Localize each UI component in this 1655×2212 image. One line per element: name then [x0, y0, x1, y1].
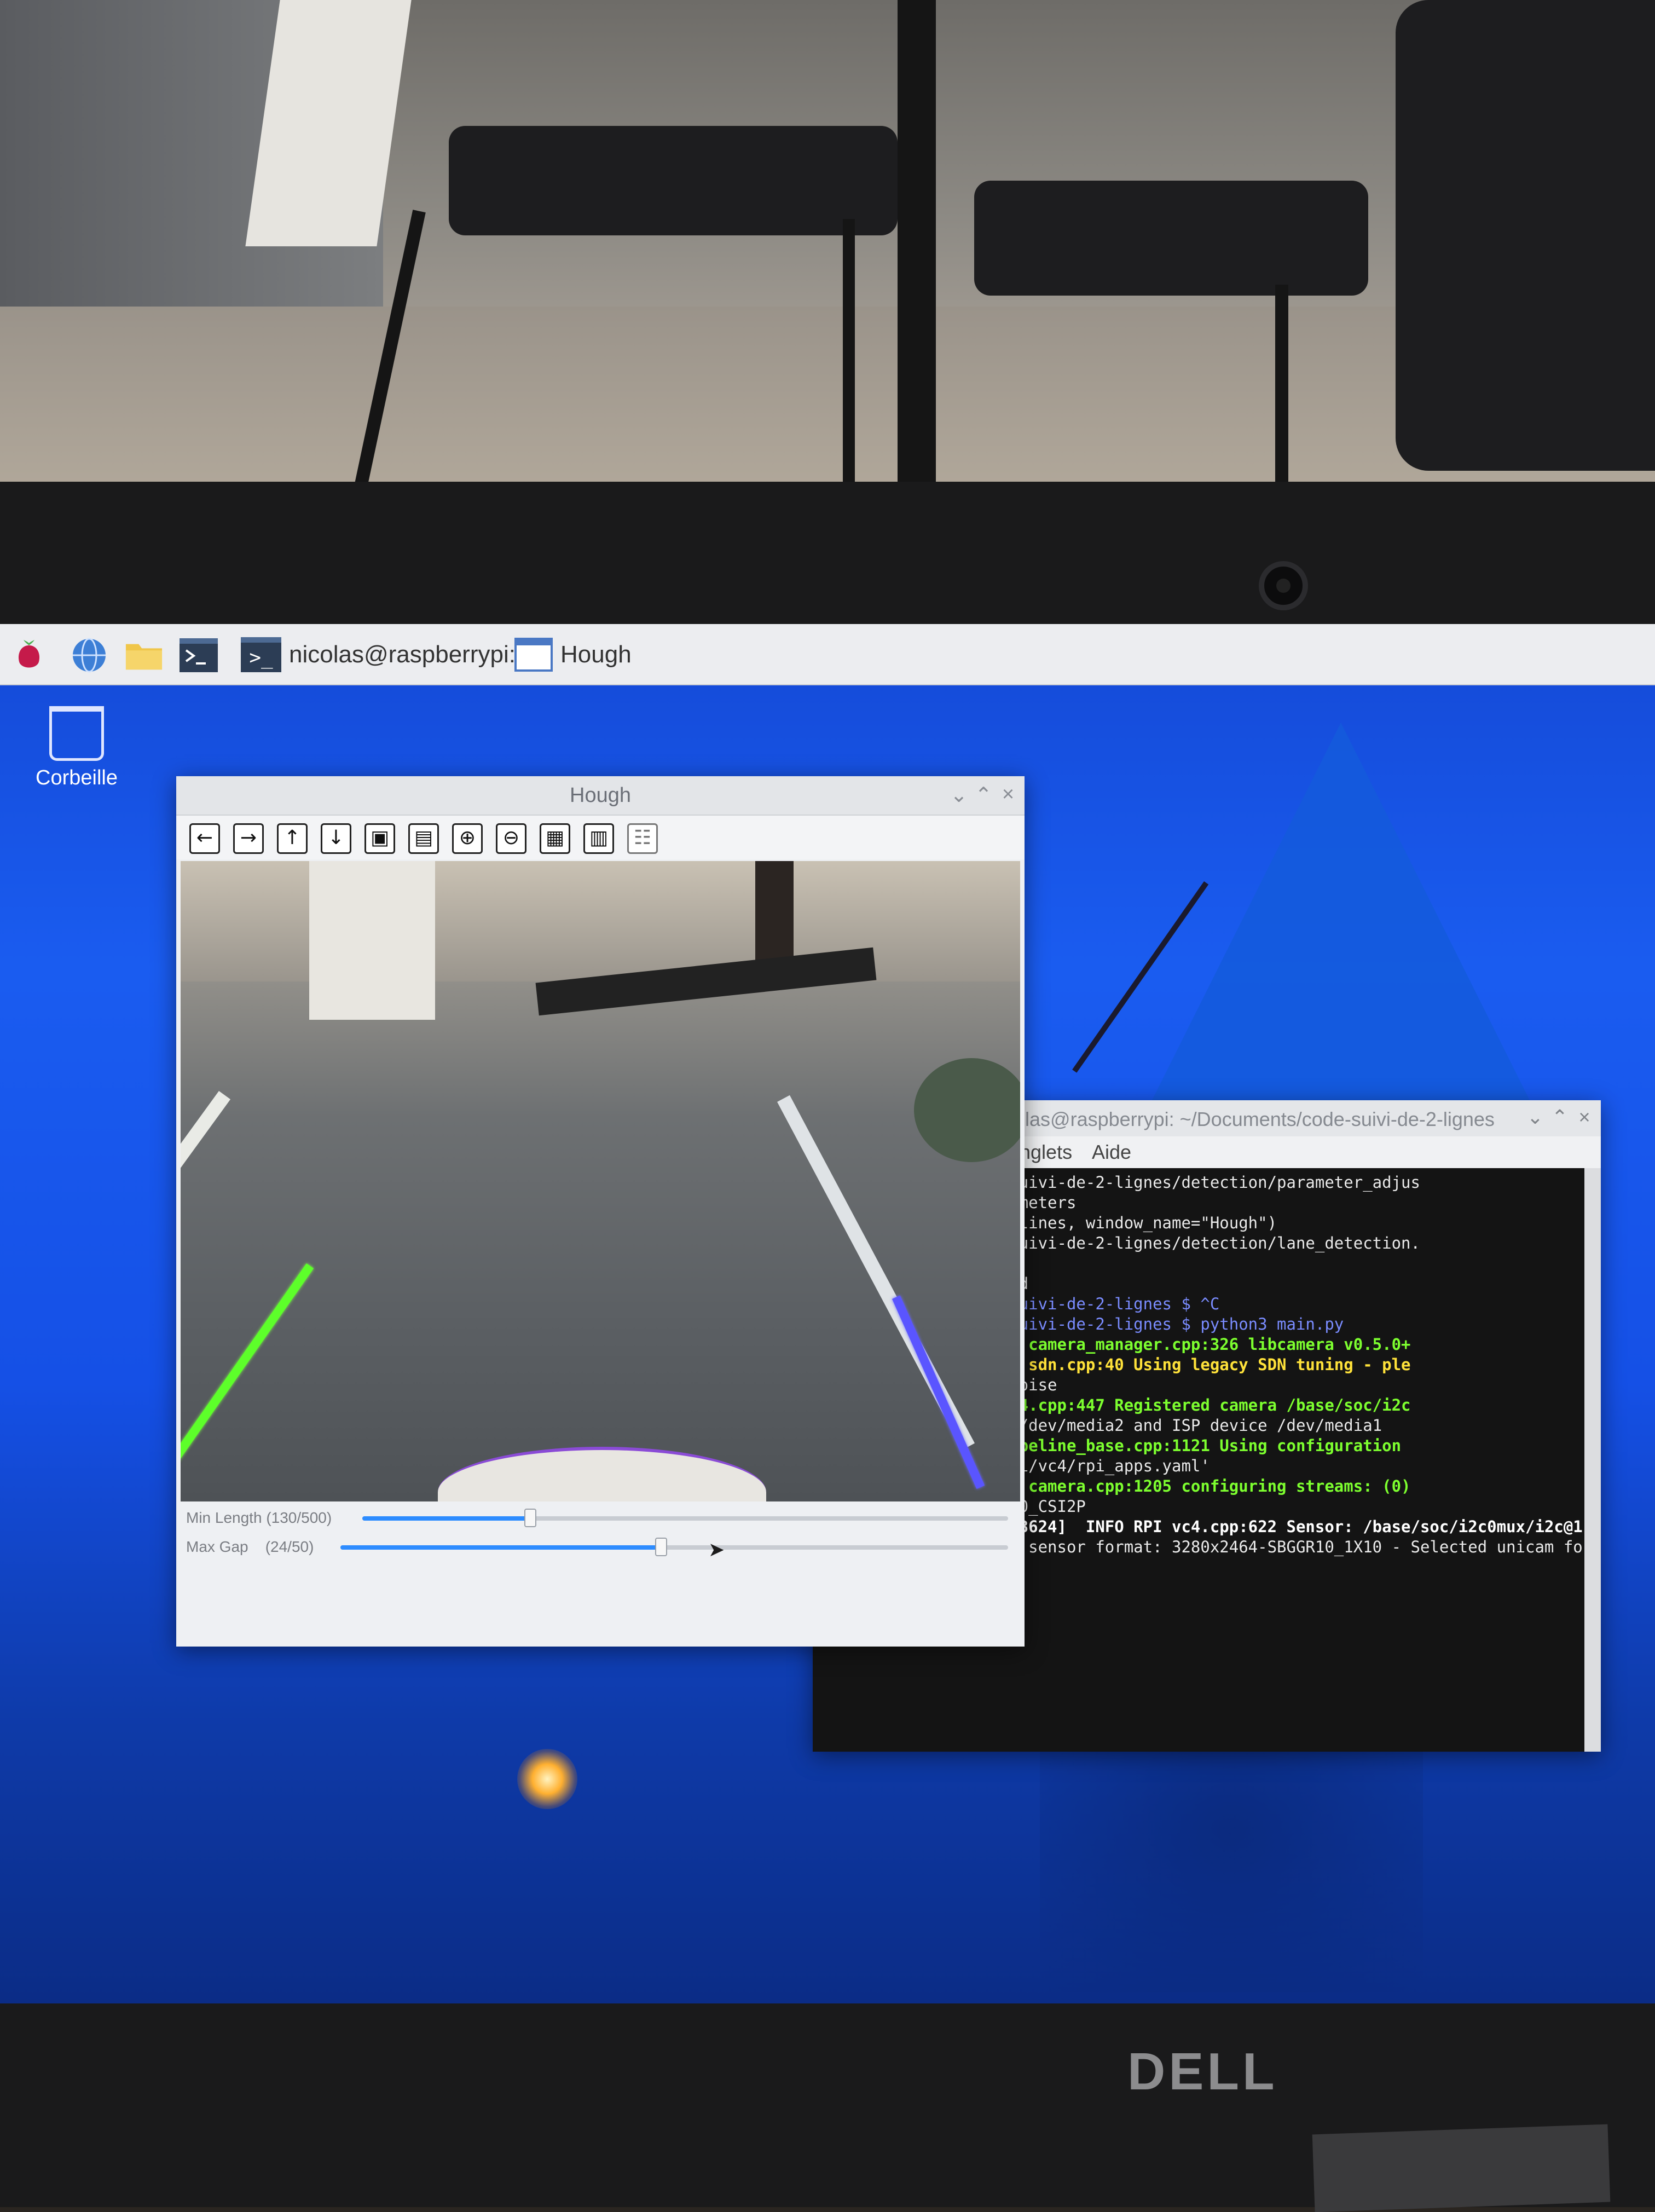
webcam — [1259, 561, 1308, 610]
chair — [449, 126, 898, 235]
hough-titlebar[interactable]: Hough ⌄ ⌃ × — [176, 776, 1025, 816]
lane-left-tape — [181, 1091, 231, 1418]
taskbar-task-label: nicolas@raspberrypi:... — [289, 641, 536, 668]
camera-view — [181, 861, 1020, 1501]
trackbar-label: Max Gap (24/50) — [186, 1538, 314, 1555]
trackbar-label: Min Length (130/500) — [186, 1509, 332, 1526]
terminal-icon[interactable] — [180, 636, 218, 674]
chair-leg — [843, 219, 855, 525]
close-icon[interactable]: × — [1573, 1106, 1595, 1129]
image-properties-icon[interactable]: ▤ — [408, 823, 439, 854]
close-icon[interactable]: × — [997, 783, 1019, 806]
maximize-icon[interactable]: ⌃ — [1549, 1106, 1571, 1129]
max-gap-slider[interactable] — [340, 1538, 1008, 1556]
clipboard-icon[interactable]: ▥ — [583, 823, 614, 854]
camera-bag — [914, 1058, 1020, 1162]
terminal-scrollbar[interactable] — [1584, 1168, 1601, 1752]
slider-fill — [362, 1516, 530, 1521]
arrow-left-icon[interactable]: ← — [189, 823, 220, 854]
slider-knob[interactable] — [655, 1538, 667, 1556]
taskbar-task-terminal[interactable]: >_ nicolas@raspberrypi:... — [241, 634, 536, 675]
taskbar: >_ nicolas@raspberrypi:... Hough — [0, 624, 1655, 685]
zoom-in-icon[interactable]: ⊕ — [452, 823, 483, 854]
arrow-up-icon[interactable]: ↑ — [277, 823, 308, 854]
arrow-right-icon[interactable]: → — [233, 823, 264, 854]
menu-aide[interactable]: Aide — [1092, 1141, 1131, 1164]
trackbar-max-gap: Max Gap (24/50) — [186, 1536, 361, 1558]
camera-pillar — [309, 861, 435, 1020]
desktop-trash[interactable]: Corbeille — [30, 706, 123, 790]
folder-icon[interactable] — [125, 636, 163, 674]
chair — [1396, 0, 1655, 471]
wallpaper-lamp — [517, 1749, 577, 1809]
laptop-brand-logo: DELL — [1127, 2042, 1278, 2101]
hough-title: Hough — [570, 784, 631, 807]
chair — [974, 181, 1368, 296]
terminal-title: colas@raspberrypi: ~/Documents/code-suiv… — [1004, 1108, 1495, 1130]
terminal-icon: >_ — [241, 637, 281, 672]
taskbar-task-hough[interactable]: Hough — [514, 634, 632, 675]
trackbar-min-length: Min Length (130/500) — [186, 1507, 361, 1529]
maximize-icon[interactable]: ⌃ — [973, 783, 994, 807]
properties-icon[interactable]: ☷ — [627, 823, 658, 854]
slider-fill — [340, 1545, 661, 1550]
desktop-screen: >_ nicolas@raspberrypi:... Hough Corbeil… — [0, 624, 1655, 2003]
hough-line-left — [181, 1263, 314, 1462]
robot-hood — [438, 1447, 766, 1501]
minimize-icon[interactable]: ⌄ — [948, 783, 970, 807]
save-icon[interactable]: ▦ — [540, 823, 570, 854]
arrow-down-icon[interactable]: ↓ — [321, 823, 351, 854]
hough-line-right — [892, 1295, 985, 1489]
desktop-trash-label: Corbeille — [36, 766, 118, 789]
hough-toolbar: ← → ↑ ↓ ▣ ▤ ⊕ ⊖ ▦ ▥ ☷ — [176, 816, 1025, 859]
trash-icon — [49, 706, 104, 761]
room-background — [0, 0, 1655, 547]
camera-background — [181, 861, 1020, 981]
bezel-sticker — [1312, 2124, 1611, 2212]
browser-globe-icon[interactable] — [70, 636, 108, 674]
window-icon — [514, 638, 553, 672]
mouse-cursor-icon: ➤ — [708, 1538, 725, 1561]
image-icon[interactable]: ▣ — [364, 823, 395, 854]
table-leg — [898, 0, 936, 525]
min-length-slider[interactable] — [362, 1509, 1008, 1527]
raspberry-icon[interactable] — [10, 636, 48, 674]
taskbar-task-label: Hough — [560, 641, 632, 668]
minimize-icon[interactable]: ⌄ — [1524, 1106, 1546, 1129]
slider-knob[interactable] — [524, 1509, 536, 1527]
zoom-out-icon[interactable]: ⊖ — [496, 823, 526, 854]
hough-window[interactable]: Hough ⌄ ⌃ × ← → ↑ ↓ ▣ ▤ ⊕ ⊖ ▦ ▥ ☷ Min Le… — [176, 776, 1025, 1647]
